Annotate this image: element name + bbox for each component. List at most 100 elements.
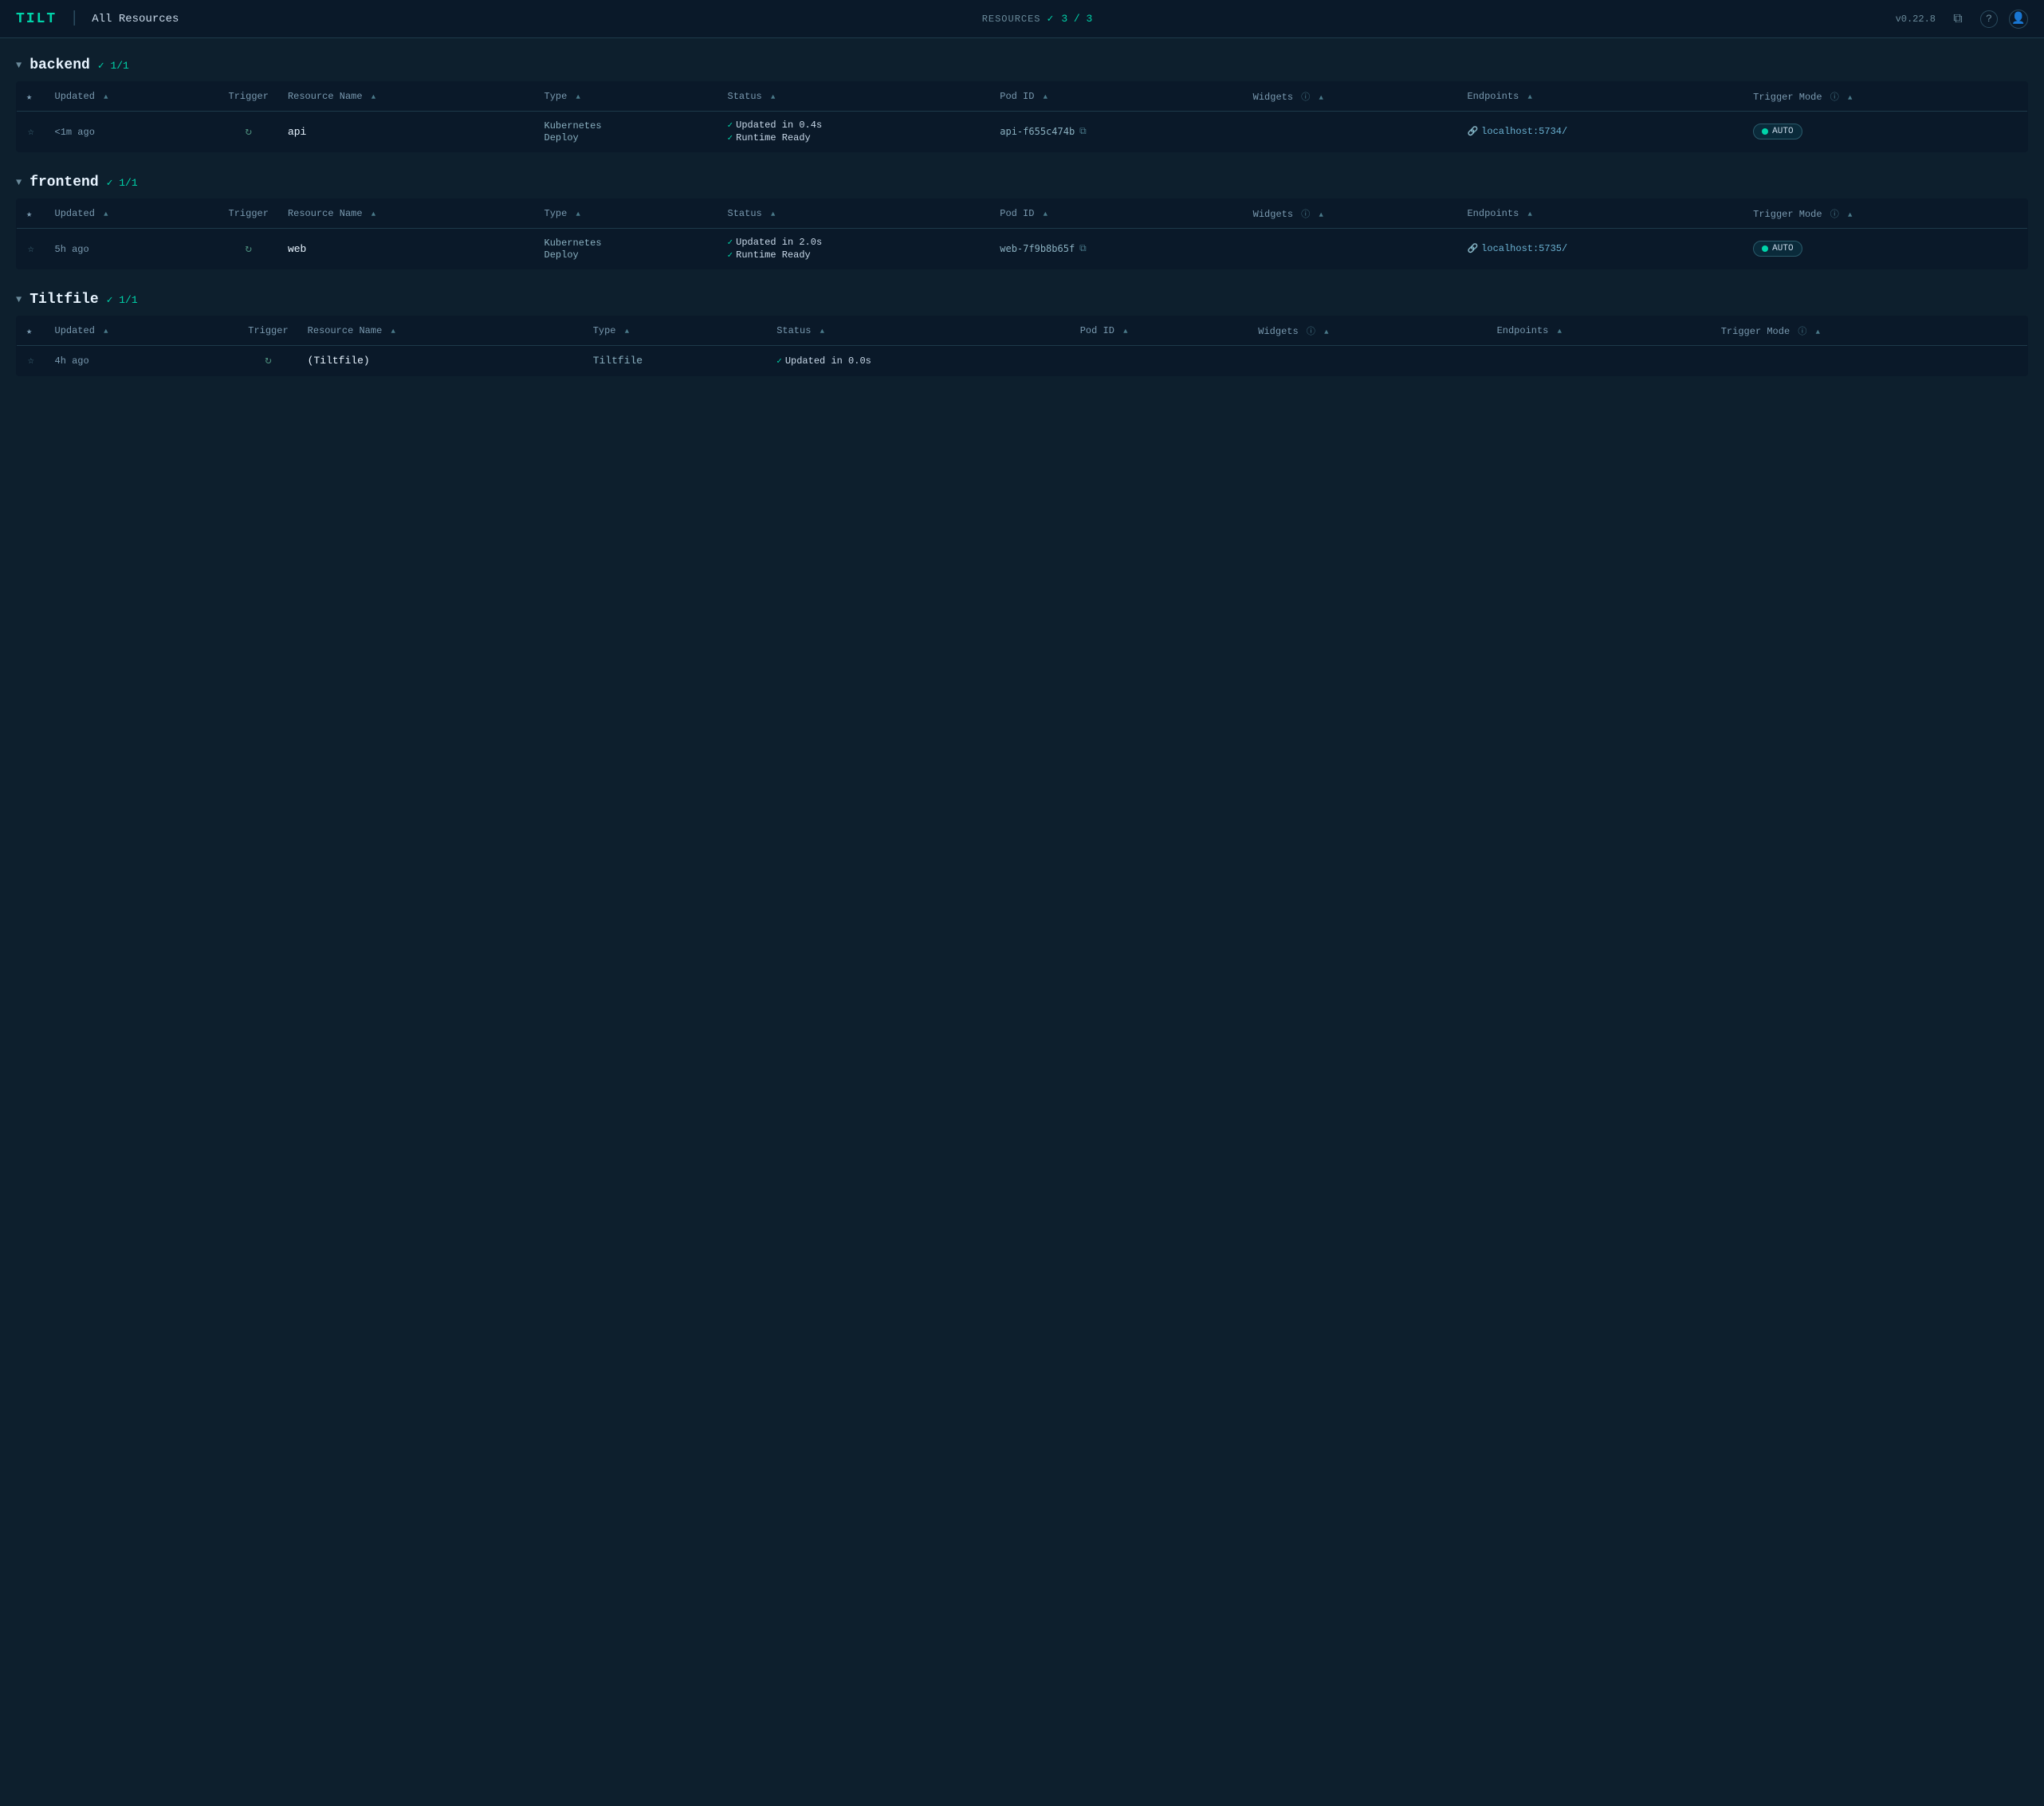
frontend-table-header-row: ★ Updated ▲ Trigger Resource Name ▲ Type… <box>17 199 2028 229</box>
status-check-icon-2: ✓ <box>728 132 733 143</box>
status-check-icon: ✓ <box>728 237 733 248</box>
trigger-cell[interactable]: ↻ <box>238 346 297 376</box>
chevron-backend-icon[interactable]: ▼ <box>16 60 22 71</box>
col-updated[interactable]: Updated ▲ <box>45 316 239 346</box>
link-icon: 🔗 <box>1467 126 1478 137</box>
col-trigger: Trigger <box>219 199 278 229</box>
star-icon[interactable]: ☆ <box>28 355 34 367</box>
frontend-table: ★ Updated ▲ Trigger Resource Name ▲ Type… <box>16 198 2028 269</box>
col-type[interactable]: Type ▲ <box>584 316 768 346</box>
auto-badge[interactable]: AUTO <box>1753 124 1802 139</box>
col-type[interactable]: Type ▲ <box>535 82 718 112</box>
status-cell: ✓ Updated in 2.0s ✓ Runtime Ready <box>718 229 991 269</box>
copy-pod-id-icon[interactable]: ⧉ <box>1079 126 1087 137</box>
col-resource-name[interactable]: Resource Name ▲ <box>298 316 584 346</box>
star-cell[interactable]: ☆ <box>17 112 45 152</box>
chevron-tiltfile-icon[interactable]: ▼ <box>16 294 22 305</box>
status-row-1: ✓ Updated in 2.0s <box>728 237 981 248</box>
updated-cell: 5h ago <box>45 229 219 269</box>
updated-cell: 4h ago <box>45 346 239 376</box>
refresh-icon[interactable]: ↻ <box>246 126 252 139</box>
copy-pod-id-icon[interactable]: ⧉ <box>1079 243 1087 254</box>
resource-name-text: api <box>288 126 306 138</box>
resources-count: 3 / 3 <box>1061 13 1092 25</box>
col-endpoints[interactable]: Endpoints ▲ <box>1488 316 1712 346</box>
col-type[interactable]: Type ▲ <box>535 199 718 229</box>
status-check-icon: ✓ <box>776 355 782 367</box>
col-endpoints[interactable]: Endpoints ▲ <box>1457 82 1743 112</box>
main-content: ▼ backend ✓ 1/1 ★ Updated ▲ Trigger Reso… <box>0 38 2044 418</box>
section-backend-badge: ✓ 1/1 <box>98 60 129 72</box>
col-updated[interactable]: Updated ▲ <box>45 199 219 229</box>
tiltfile-table: ★ Updated ▲ Trigger Resource Name ▲ Type… <box>16 316 2028 376</box>
star-icon[interactable]: ☆ <box>28 243 34 255</box>
star-cell[interactable]: ☆ <box>17 229 45 269</box>
section-tiltfile: ▼ Tiltfile ✓ 1/1 ★ Updated ▲ Trigger Res… <box>16 292 2028 376</box>
user-avatar-icon[interactable]: 👤 <box>2009 10 2028 29</box>
resource-name-text: (Tiltfile) <box>308 355 370 367</box>
col-pod-id[interactable]: Pod ID ▲ <box>1071 316 1249 346</box>
col-status[interactable]: Status ▲ <box>718 82 991 112</box>
status-row-1: ✓ Updated in 0.4s <box>728 120 981 131</box>
endpoints-cell <box>1488 346 1712 376</box>
app-header: TILT | All Resources RESOURCES ✓ 3 / 3 v… <box>0 0 2044 38</box>
col-resource-name[interactable]: Resource Name ▲ <box>278 82 535 112</box>
col-widgets[interactable]: Widgets ⓘ ▲ <box>1248 316 1487 346</box>
star-cell[interactable]: ☆ <box>17 346 45 376</box>
section-backend: ▼ backend ✓ 1/1 ★ Updated ▲ Trigger Reso… <box>16 57 2028 152</box>
chevron-frontend-icon[interactable]: ▼ <box>16 177 22 188</box>
table-row: ☆ <1m ago ↻ api KubernetesDeploy ✓ Updat… <box>17 112 2028 152</box>
resources-label: RESOURCES <box>982 14 1041 25</box>
col-pod-id[interactable]: Pod ID ▲ <box>990 199 1243 229</box>
col-status[interactable]: Status ▲ <box>718 199 991 229</box>
type-cell: Tiltfile <box>584 346 768 376</box>
trigger-cell[interactable]: ↻ <box>219 112 278 152</box>
updated-cell: <1m ago <box>45 112 219 152</box>
trigger-cell[interactable]: ↻ <box>219 229 278 269</box>
help-icon[interactable]: ? <box>1980 10 1998 28</box>
section-tiltfile-header: ▼ Tiltfile ✓ 1/1 <box>16 292 2028 308</box>
col-updated[interactable]: Updated ▲ <box>45 82 219 112</box>
trigger-mode-cell: AUTO <box>1743 229 2027 269</box>
pod-id-cell-inner: web-7f9b8b65f ⧉ <box>1000 243 1233 254</box>
type-text: KubernetesDeploy <box>544 238 602 261</box>
time-text: 4h ago <box>55 355 89 367</box>
resource-name-cell: api <box>278 112 535 152</box>
col-resource-name[interactable]: Resource Name ▲ <box>278 199 535 229</box>
col-trigger: Trigger <box>219 82 278 112</box>
type-text: Tiltfile <box>593 355 643 367</box>
col-widgets[interactable]: Widgets ⓘ ▲ <box>1244 199 1458 229</box>
copy-pages-icon[interactable]: ⧉ <box>1947 8 1969 30</box>
endpoints-cell: 🔗 localhost:5735/ <box>1457 229 1743 269</box>
status-text-1: Updated in 2.0s <box>736 237 822 248</box>
resource-name-text: web <box>288 243 306 255</box>
endpoint-link[interactable]: 🔗 localhost:5734/ <box>1467 126 1734 137</box>
col-trigger-mode[interactable]: Trigger Mode ⓘ ▲ <box>1743 199 2027 229</box>
star-icon[interactable]: ☆ <box>28 126 34 138</box>
refresh-icon[interactable]: ↻ <box>265 355 271 367</box>
pod-id-text: web-7f9b8b65f <box>1000 243 1075 254</box>
col-endpoints[interactable]: Endpoints ▲ <box>1457 199 1743 229</box>
col-widgets[interactable]: Widgets ⓘ ▲ <box>1244 82 1458 112</box>
endpoint-link[interactable]: 🔗 localhost:5735/ <box>1467 243 1734 254</box>
col-pod-id[interactable]: Pod ID ▲ <box>990 82 1243 112</box>
status-check-icon-2: ✓ <box>728 249 733 261</box>
status-row-2: ✓ Runtime Ready <box>728 249 981 261</box>
auto-badge[interactable]: AUTO <box>1753 241 1802 257</box>
refresh-icon[interactable]: ↻ <box>246 243 252 256</box>
status-cell-inner: ✓ Updated in 2.0s ✓ Runtime Ready <box>728 237 981 261</box>
widgets-cell <box>1244 229 1458 269</box>
col-status[interactable]: Status ▲ <box>767 316 1070 346</box>
resources-check-icon: ✓ <box>1048 13 1054 25</box>
status-row-1: ✓ Updated in 0.0s <box>776 355 1060 367</box>
type-text: KubernetesDeploy <box>544 120 602 143</box>
link-icon: 🔗 <box>1467 243 1478 254</box>
logo: TILT <box>16 11 57 27</box>
col-trigger-mode[interactable]: Trigger Mode ⓘ ▲ <box>1743 82 2027 112</box>
type-cell: KubernetesDeploy <box>535 229 718 269</box>
time-text: <1m ago <box>55 127 95 138</box>
col-trigger: Trigger <box>238 316 297 346</box>
col-trigger-mode[interactable]: Trigger Mode ⓘ ▲ <box>1712 316 2028 346</box>
version-badge: v0.22.8 <box>1896 14 1936 25</box>
status-text-1: Updated in 0.0s <box>785 355 871 367</box>
